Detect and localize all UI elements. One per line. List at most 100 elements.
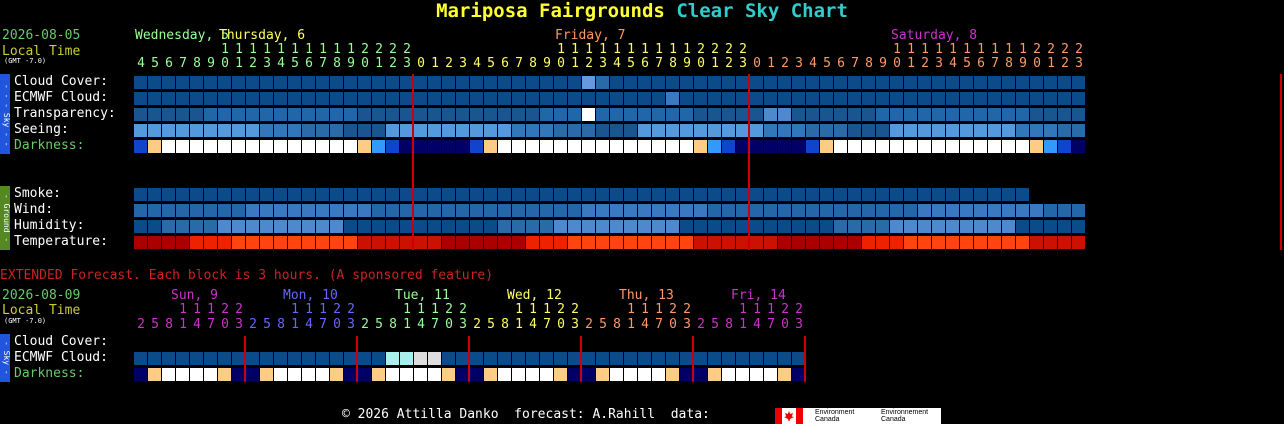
transparency-cell[interactable] (680, 108, 693, 121)
temperature-cell[interactable] (204, 236, 217, 249)
darkness-cell[interactable] (904, 140, 917, 153)
ext-ecmwf-cell[interactable] (330, 352, 343, 365)
darkness-cell[interactable] (162, 140, 175, 153)
wind-cell[interactable] (708, 204, 721, 217)
ext-darkness-cell[interactable] (218, 368, 231, 381)
smoke-cell[interactable] (498, 188, 511, 201)
ecmwf-cell[interactable] (274, 92, 287, 105)
transparency-cell[interactable] (134, 108, 147, 121)
wind-cell[interactable] (918, 204, 931, 217)
smoke-cell[interactable] (134, 188, 147, 201)
ecmwf-cell[interactable] (204, 92, 217, 105)
temperature-cell[interactable] (624, 236, 637, 249)
wind-cell[interactable] (848, 204, 861, 217)
humidity-cell[interactable] (428, 220, 441, 233)
transparency-cell[interactable] (638, 108, 651, 121)
cloud-cell[interactable] (960, 76, 973, 89)
darkness-cell[interactable] (232, 140, 245, 153)
wind-cell[interactable] (512, 204, 525, 217)
humidity-cell[interactable] (974, 220, 987, 233)
ext-ecmwf-cell[interactable] (190, 352, 203, 365)
wind-cell[interactable] (820, 204, 833, 217)
seeing-cell[interactable] (904, 124, 917, 137)
seeing-cell[interactable] (862, 124, 875, 137)
cloud-cell[interactable] (484, 76, 497, 89)
darkness-cell[interactable] (890, 140, 903, 153)
humidity-cell[interactable] (750, 220, 763, 233)
ext-ecmwf-cell[interactable] (750, 352, 763, 365)
humidity-cell[interactable] (806, 220, 819, 233)
seeing-cell[interactable] (176, 124, 189, 137)
ext-darkness-cell[interactable] (624, 368, 637, 381)
transparency-cell[interactable] (386, 108, 399, 121)
ecmwf-cell[interactable] (134, 92, 147, 105)
cloud-cell[interactable] (1016, 76, 1029, 89)
ecmwf-cell[interactable] (428, 92, 441, 105)
wind-cell[interactable] (554, 204, 567, 217)
cloud-cell[interactable] (190, 76, 203, 89)
seeing-cell[interactable] (428, 124, 441, 137)
smoke-cell[interactable] (414, 188, 427, 201)
ecmwf-cell[interactable] (932, 92, 945, 105)
ecmwf-cell[interactable] (820, 92, 833, 105)
smoke-cell[interactable] (708, 188, 721, 201)
darkness-cell[interactable] (316, 140, 329, 153)
temperature-cell[interactable] (694, 236, 707, 249)
ext-ecmwf-cell[interactable] (610, 352, 623, 365)
ext-darkness-cell[interactable] (386, 368, 399, 381)
seeing-cell[interactable] (820, 124, 833, 137)
cloud-cell[interactable] (988, 76, 1001, 89)
smoke-cell[interactable] (358, 188, 371, 201)
seeing-cell[interactable] (316, 124, 329, 137)
seeing-cell[interactable] (1044, 124, 1057, 137)
humidity-cell[interactable] (820, 220, 833, 233)
humidity-cell[interactable] (876, 220, 889, 233)
cloud-cell[interactable] (1030, 76, 1043, 89)
darkness-cell[interactable] (750, 140, 763, 153)
wind-cell[interactable] (890, 204, 903, 217)
darkness-cell[interactable] (540, 140, 553, 153)
temperature-cell[interactable] (246, 236, 259, 249)
transparency-cell[interactable] (484, 108, 497, 121)
darkness-cell[interactable] (694, 140, 707, 153)
temperature-cell[interactable] (456, 236, 469, 249)
darkness-cell[interactable] (652, 140, 665, 153)
wind-cell[interactable] (330, 204, 343, 217)
ecmwf-cell[interactable] (148, 92, 161, 105)
temperature-cell[interactable] (176, 236, 189, 249)
darkness-cell[interactable] (484, 140, 497, 153)
darkness-cell[interactable] (274, 140, 287, 153)
temperature-cell[interactable] (540, 236, 553, 249)
transparency-cell[interactable] (862, 108, 875, 121)
ext-darkness-cell[interactable] (526, 368, 539, 381)
seeing-cell[interactable] (666, 124, 679, 137)
temperature-cell[interactable] (708, 236, 721, 249)
darkness-cell[interactable] (1016, 140, 1029, 153)
ecmwf-cell[interactable] (988, 92, 1001, 105)
temperature-cell[interactable] (1044, 236, 1057, 249)
seeing-cell[interactable] (876, 124, 889, 137)
smoke-cell[interactable] (876, 188, 889, 201)
ext-darkness-cell[interactable] (442, 368, 455, 381)
seeing-cell[interactable] (554, 124, 567, 137)
wind-cell[interactable] (988, 204, 1001, 217)
darkness-cell[interactable] (946, 140, 959, 153)
ecmwf-cell[interactable] (680, 92, 693, 105)
transparency-cell[interactable] (988, 108, 1001, 121)
ext-ecmwf-cell[interactable] (638, 352, 651, 365)
transparency-cell[interactable] (610, 108, 623, 121)
seeing-cell[interactable] (358, 124, 371, 137)
ext-darkness-cell[interactable] (246, 368, 259, 381)
ecmwf-cell[interactable] (1016, 92, 1029, 105)
ecmwf-cell[interactable] (218, 92, 231, 105)
darkness-cell[interactable] (1058, 140, 1071, 153)
ext-darkness-cell[interactable] (498, 368, 511, 381)
smoke-cell[interactable] (862, 188, 875, 201)
temperature-cell[interactable] (946, 236, 959, 249)
seeing-cell[interactable] (596, 124, 609, 137)
ext-darkness-cell[interactable] (512, 368, 525, 381)
seeing-cell[interactable] (386, 124, 399, 137)
temperature-cell[interactable] (904, 236, 917, 249)
transparency-cell[interactable] (890, 108, 903, 121)
temperature-cell[interactable] (862, 236, 875, 249)
